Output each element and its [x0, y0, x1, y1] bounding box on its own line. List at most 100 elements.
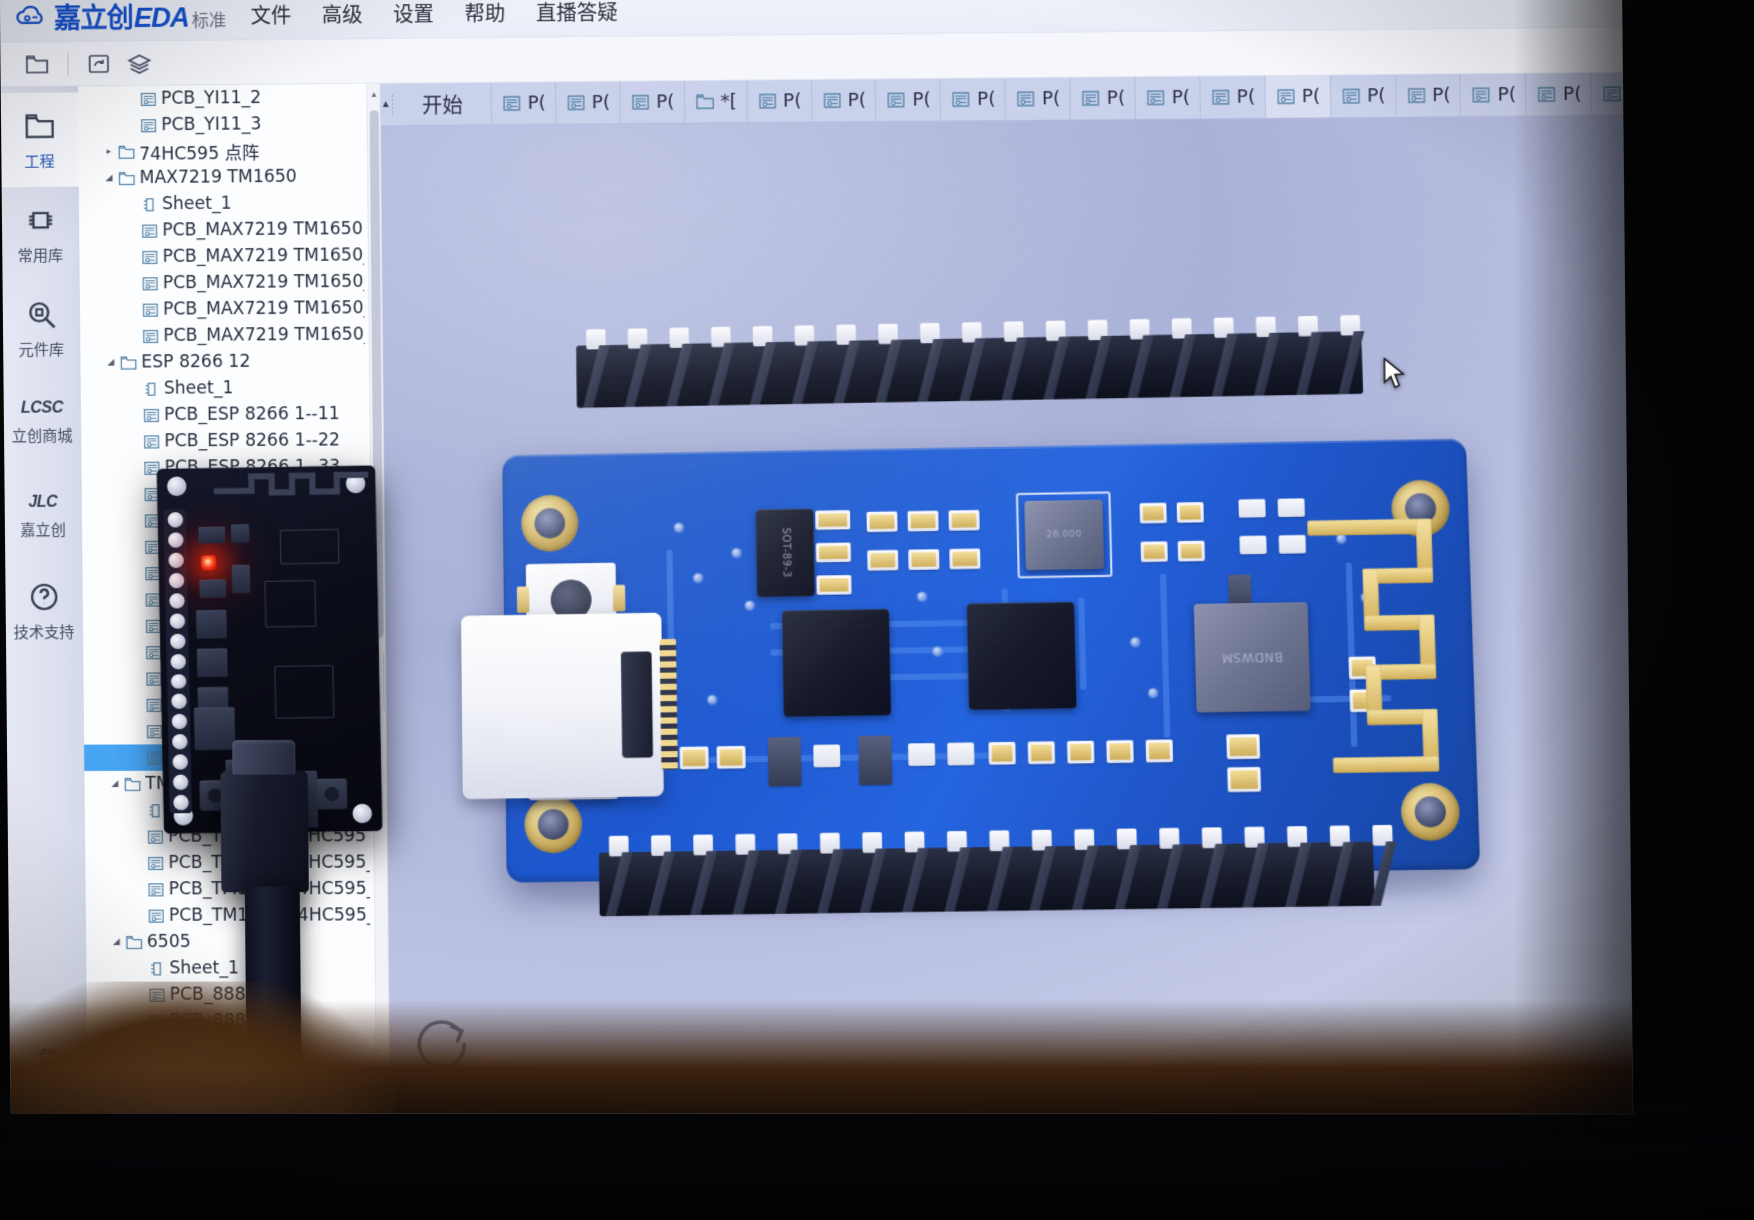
tabstrip-collapse-button[interactable]: ▲ [380, 83, 392, 126]
import-button[interactable] [80, 47, 117, 80]
tab-editor-8[interactable]: P( [940, 78, 1006, 121]
header-pin [1334, 331, 1378, 394]
menu-help[interactable]: 帮助 [462, 0, 507, 29]
qfn-ic-left [782, 608, 891, 717]
tab-editor-7[interactable]: P( [876, 78, 942, 122]
pcb-3d-model[interactable]: SOT-89-3 26.000 BNDWSM [461, 309, 1517, 957]
menu-advanced[interactable]: 高级 [320, 0, 365, 30]
board-pin [167, 512, 183, 528]
tree-file-row[interactable]: Sheet_1 [81, 374, 370, 402]
chevron-down-icon[interactable]: ◢ [101, 173, 117, 183]
tab-editor-5[interactable]: P( [747, 79, 812, 123]
tree-file-row[interactable]: PCB_MAX7219 TM1650_2 [79, 242, 368, 270]
tab-editor-15[interactable]: P( [1395, 74, 1462, 117]
tree-file-row[interactable]: PCB_8889 [87, 1008, 376, 1034]
tab-editor-18[interactable]: P( [1591, 72, 1624, 116]
chevron-down-icon[interactable]: ◢ [107, 779, 123, 789]
tree-row-label: Sheet_1 [161, 193, 232, 215]
tree-folder-row[interactable]: ◢ MAX7219 TM1650 [79, 163, 368, 192]
tab-editor-9[interactable]: P( [1005, 77, 1071, 121]
tab-editor-2[interactable]: P( [555, 81, 621, 124]
tab-start[interactable]: 开始 [393, 82, 492, 126]
chevron-down-icon[interactable]: ◢ [103, 358, 119, 368]
rail-item-1[interactable]: 工程 [0, 92, 79, 188]
schematic-icon-wrap [147, 959, 170, 978]
rail-item-3[interactable]: 元件库 [2, 281, 80, 376]
folder-icon [118, 171, 135, 185]
folder-icon [694, 91, 716, 113]
pcb-icon [147, 1011, 166, 1030]
tab-editor-11[interactable]: P( [1135, 76, 1201, 119]
rail-item-6[interactable]: 技术支持 [5, 563, 83, 657]
tree-row-label: PCB_8889 [169, 1010, 257, 1032]
tab-editor-3[interactable]: P( [620, 81, 685, 124]
tree-file-row[interactable]: PCB_8889 [86, 981, 375, 1008]
tree-file-row[interactable]: PCB_MAX7219 TM1650_3 [80, 269, 369, 297]
smd-component [196, 648, 228, 678]
pin-header-top-pins [580, 331, 1378, 408]
tab-label: P( [1041, 87, 1061, 110]
chevron-down-icon[interactable]: ◢ [108, 937, 124, 947]
smd-component [198, 526, 226, 544]
rail-item-5[interactable]: JLC 嘉立创 [4, 469, 82, 564]
smd-component [231, 564, 251, 594]
tab-label: 开始 [421, 93, 463, 118]
tab-editor-12[interactable]: P( [1200, 75, 1266, 119]
tab-editor-4[interactable]: *[ [684, 80, 748, 123]
component-pad [1227, 766, 1262, 793]
header-pin [1324, 842, 1369, 907]
tab-editor-10[interactable]: P( [1070, 77, 1136, 120]
folder-icon-wrap [119, 353, 141, 372]
menu-live-qa[interactable]: 直播答疑 [534, 0, 620, 28]
tree-file-row[interactable]: PCB_TM1650 74HC595_4 [86, 902, 375, 929]
tab-label: P( [1366, 85, 1386, 107]
tree-folder-row[interactable]: ◢ 6505 [86, 929, 375, 956]
tab-editor-6[interactable]: P( [811, 79, 877, 122]
scroll-down-icon[interactable]: ▼ [377, 1074, 390, 1094]
rail-item-2[interactable]: 常用库 [1, 187, 79, 282]
rotate-3d-icon[interactable] [408, 1011, 476, 1078]
tab-editor-17[interactable]: P( [1526, 73, 1593, 116]
tree-file-row[interactable]: PCB_ESP 8266 1--22 [81, 427, 370, 455]
menu-settings[interactable]: 设置 [391, 0, 436, 30]
rail-item-recycle-bin[interactable]: 回收站 [9, 1026, 87, 1114]
pcb-icon-wrap [147, 1011, 170, 1030]
chevron-right-icon[interactable]: ▸ [101, 147, 117, 157]
folder-icon-wrap [124, 932, 146, 951]
pcb-icon [1405, 85, 1427, 107]
pcb-3d-viewport[interactable]: SOT-89-3 26.000 BNDWSM [380, 115, 1633, 1115]
scroll-up-icon[interactable]: ▲ [367, 84, 380, 104]
cloud-logo-icon [16, 5, 43, 24]
tab-editor-1[interactable]: P( [491, 82, 557, 125]
tree-file-row[interactable]: PCB_ESP 8266 1--11 [81, 401, 370, 429]
tree-file-row[interactable]: PCB_YI11_2 [78, 84, 367, 113]
pcb-icon-wrap [147, 985, 170, 1004]
tree-row-label: PCB_MAX7219 TM1650_3 [162, 271, 365, 294]
tree-folder-row[interactable]: ◢ ESP 8266 12 [80, 348, 369, 376]
flash-button [316, 778, 348, 810]
layers-button[interactable] [121, 47, 158, 80]
usb-tongue [620, 651, 654, 758]
tree-file-row[interactable]: PCB_MAX7219 TM1650_4 [80, 295, 369, 323]
tab-editor-14[interactable]: P( [1330, 74, 1397, 118]
tree-row-label: PCB_MAX7219 TM1650_4 [162, 298, 365, 320]
tree-file-row[interactable]: Sheet_1 [86, 955, 375, 982]
tree-horizontal-scrollbar[interactable] [87, 1094, 377, 1115]
tab-label: P( [591, 91, 611, 114]
tree-folder-row[interactable]: ▸ 74HC595 点阵 [78, 137, 367, 166]
tree-file-row[interactable]: PCB_YI11_3 [78, 110, 367, 139]
tree-file-row[interactable]: PCB_MAX7219 TM1650_5 [80, 321, 369, 349]
pcb-board[interactable]: SOT-89-3 26.000 BNDWSM [461, 438, 1481, 883]
board-pin [170, 673, 186, 690]
tab-editor-16[interactable]: P( [1460, 73, 1527, 117]
rail-item-4[interactable]: LCSC 立创商城 [3, 375, 81, 470]
silkscreen-outline [264, 580, 317, 628]
menu-file[interactable]: 文件 [248, 0, 293, 31]
open-project-button[interactable] [19, 48, 56, 81]
tree-file-row[interactable]: PCB_MAX7219 TM1650 [79, 216, 368, 245]
tab-editor-13[interactable]: P( [1265, 75, 1331, 118]
via [1130, 637, 1141, 647]
tab-label: P( [527, 92, 546, 114]
header-pin [580, 345, 622, 408]
tree-file-row[interactable]: Sheet_1 [79, 189, 368, 218]
